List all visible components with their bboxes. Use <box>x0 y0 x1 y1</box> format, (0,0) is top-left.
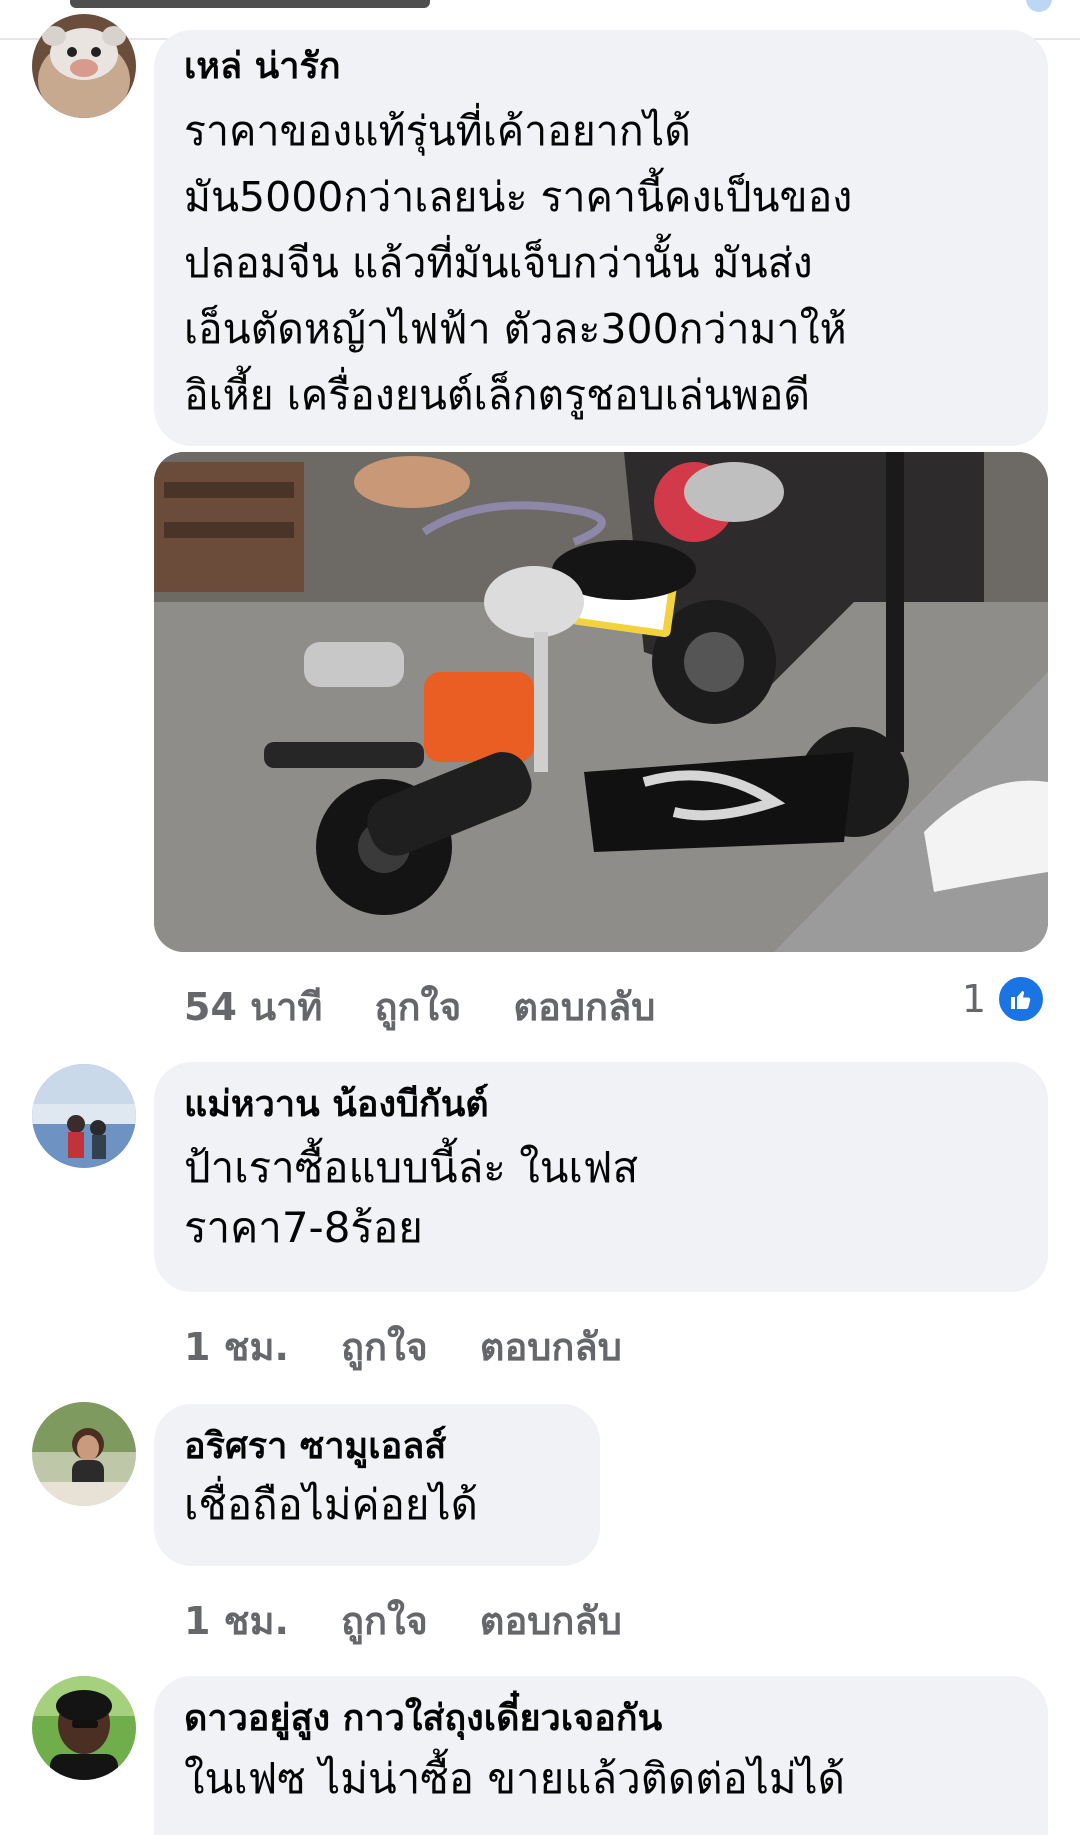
comment-author[interactable]: ดาวอยู่สูง กาวใส่ถุงเดี๋ยวเจอกัน <box>184 1696 1018 1742</box>
cropped-header-icon[interactable] <box>1026 0 1052 12</box>
comment-actions: 1 ชม. ถูกใจ ตอบกลับ <box>184 1590 622 1651</box>
comment-time: 54 นาที <box>184 985 323 1029</box>
like-button[interactable]: ถูกใจ <box>374 976 461 1037</box>
reply-button[interactable]: ตอบกลับ <box>480 1590 622 1651</box>
avatar[interactable] <box>32 1064 136 1168</box>
cropped-header-text <box>70 0 430 8</box>
comment-photo[interactable] <box>154 452 1048 952</box>
avatar[interactable] <box>32 1402 136 1506</box>
comment-time: 1 ชม. <box>184 1599 289 1643</box>
comments-page: เหล่ น่ารัก ราคาของแท้รุ่นที่เค้าอยากได้… <box>0 0 1080 1835</box>
avatar[interactable] <box>32 14 136 118</box>
reaction-count: 1 <box>961 977 986 1021</box>
comment-text: ป้าเราซื้อแบบนี้ล่ะ ในเฟส ราคา7-8ร้อย <box>184 1143 639 1252</box>
comment-author[interactable]: เหล่ น่ารัก <box>184 44 1018 90</box>
comment-text: ในเฟซ ไม่น่าซื้อ ขายแล้วติดต่อไม่ได้ <box>184 1754 845 1803</box>
comment-actions: 1 ชม. ถูกใจ ตอบกลับ <box>184 1316 622 1377</box>
comment-bubble: อริศรา ซามูเอลส์ เชื่อถือไม่ค่อยได้ <box>154 1404 600 1566</box>
comment-actions: 54 นาที ถูกใจ ตอบกลับ <box>184 976 655 1037</box>
like-button[interactable]: ถูกใจ <box>341 1590 428 1651</box>
comment-bubble: ดาวอยู่สูง กาวใส่ถุงเดี๋ยวเจอกัน ในเฟซ ไ… <box>154 1676 1048 1835</box>
comment-bubble: เหล่ น่ารัก ราคาของแท้รุ่นที่เค้าอยากได้… <box>154 30 1048 446</box>
comment-bubble: แม่หวาน น้องบีกันต์ ป้าเราซื้อแบบนี้ล่ะ … <box>154 1062 1048 1292</box>
reaction-summary[interactable]: 1 <box>962 974 1046 1024</box>
like-button[interactable]: ถูกใจ <box>341 1316 428 1377</box>
comment-text: ราคาของแท้รุ่นที่เค้าอยากได้ มัน5000กว่า… <box>184 107 853 419</box>
comment-author[interactable]: อริศรา ซามูเอลส์ <box>184 1424 570 1470</box>
reply-button[interactable]: ตอบกลับ <box>480 1316 622 1377</box>
reply-button[interactable]: ตอบกลับ <box>513 976 655 1037</box>
thumbs-up-icon <box>996 974 1046 1024</box>
comment-text: เชื่อถือไม่ค่อยได้ <box>184 1480 478 1529</box>
comment-time: 1 ชม. <box>184 1325 289 1369</box>
comment-author[interactable]: แม่หวาน น้องบีกันต์ <box>184 1082 1018 1128</box>
avatar[interactable] <box>32 1676 136 1780</box>
